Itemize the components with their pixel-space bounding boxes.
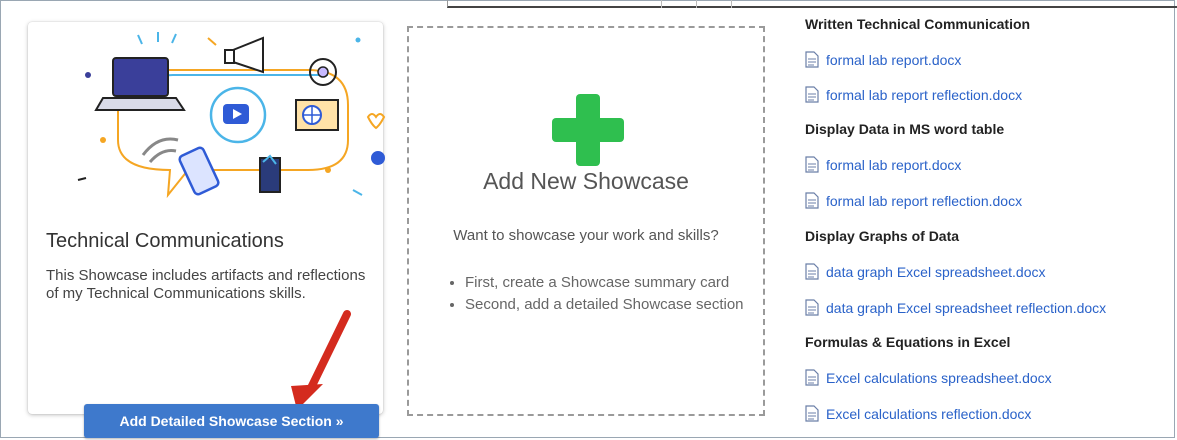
add-showcase-question: Want to showcase your work and skills? [453, 227, 719, 244]
document-icon [805, 192, 819, 209]
card-description: This Showcase includes artifacts and ref… [46, 267, 366, 302]
document-icon [805, 51, 819, 68]
file-link-label[interactable]: formal lab report reflection.docx [826, 87, 1022, 103]
file-link[interactable]: Excel calculations spreadsheet.docx [805, 369, 1052, 386]
plus-icon[interactable] [552, 94, 624, 166]
add-showcase-title: Add New Showcase [483, 168, 689, 194]
list-item: Second, add a detailed Showcase section [465, 296, 785, 314]
section-heading: Display Graphs of Data [805, 228, 960, 244]
add-detailed-showcase-button[interactable]: Add Detailed Showcase Section » [84, 404, 379, 438]
section-heading: Formulas & Equations in Excel [805, 334, 1011, 350]
section-heading: Written Technical Communication [805, 16, 1031, 32]
file-link[interactable]: Excel calculations reflection.docx [805, 405, 1031, 422]
document-icon [805, 86, 819, 103]
file-link[interactable]: formal lab report reflection.docx [805, 192, 1022, 209]
document-icon [805, 263, 819, 280]
file-link-label[interactable]: Excel calculations spreadsheet.docx [826, 370, 1052, 386]
file-link[interactable]: formal lab report reflection.docx [805, 86, 1022, 103]
artifact-list: Written Technical Communication formal l… [805, 0, 1175, 440]
file-link-label[interactable]: Excel calculations reflection.docx [826, 406, 1031, 422]
file-link[interactable]: formal lab report.docx [805, 156, 961, 173]
red-arrow-icon [291, 310, 351, 410]
document-icon [805, 405, 819, 422]
showcase-card[interactable]: Technical Communications This Showcase i… [28, 22, 386, 414]
document-icon [805, 299, 819, 316]
file-link-label[interactable]: data graph Excel spreadsheet reflection.… [826, 300, 1106, 316]
file-link-label[interactable]: formal lab report.docx [826, 157, 961, 173]
add-new-showcase-card[interactable]: Add New Showcase Want to showcase your w… [407, 26, 765, 416]
list-item: First, create a Showcase summary card [465, 274, 785, 292]
document-icon [805, 369, 819, 386]
file-link-label[interactable]: formal lab report.docx [826, 52, 961, 68]
communication-illustration [77, 32, 386, 199]
add-showcase-steps: First, create a Showcase summary card Se… [439, 274, 785, 318]
file-link-label[interactable]: formal lab report reflection.docx [826, 193, 1022, 209]
file-link[interactable]: data graph Excel spreadsheet reflection.… [805, 299, 1106, 316]
file-link-label[interactable]: data graph Excel spreadsheet.docx [826, 264, 1045, 280]
file-link[interactable]: data graph Excel spreadsheet.docx [805, 263, 1045, 280]
card-title: Technical Communications [46, 230, 284, 252]
document-icon [805, 156, 819, 173]
file-link[interactable]: formal lab report.docx [805, 51, 961, 68]
section-heading: Display Data in MS word table [805, 121, 1005, 137]
